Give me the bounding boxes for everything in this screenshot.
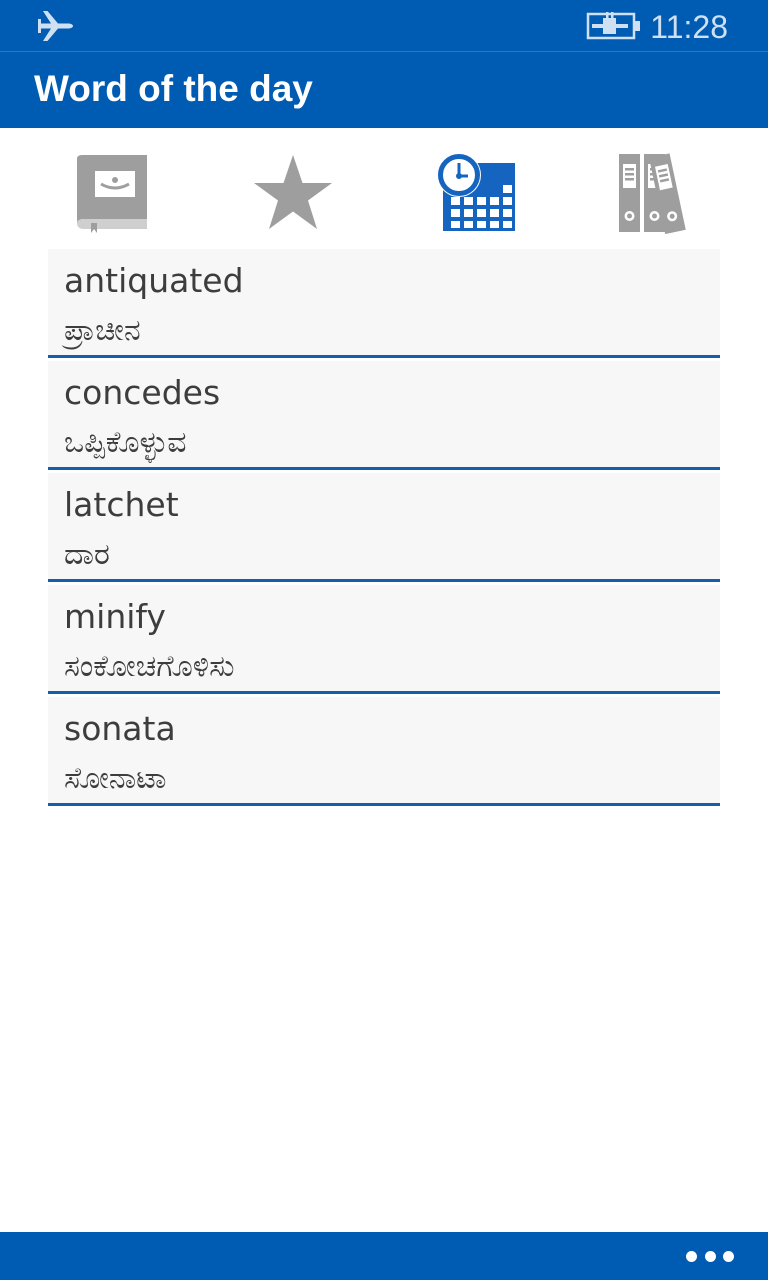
- ellipsis-icon: [723, 1250, 734, 1262]
- english-word: antiquated: [64, 261, 244, 300]
- more-options-button[interactable]: [686, 1244, 734, 1268]
- english-word: concedes: [64, 373, 221, 412]
- kannada-translation: ಒಪ್ಪಿಕೊಳ್ಳುವ: [64, 425, 187, 460]
- dictionary-book-icon: [69, 153, 153, 233]
- ellipsis-icon: [704, 1250, 716, 1262]
- kannada-translation: ಸಂಕೋಚಗೊಳಿಸು: [64, 649, 235, 684]
- tab-bar: [0, 140, 768, 244]
- tab-collections[interactable]: [612, 148, 702, 238]
- battery-charging-icon: [586, 10, 644, 42]
- list-item[interactable]: sonata ಸೋನಾಟಾ: [48, 697, 720, 806]
- ellipsis-icon: [686, 1250, 697, 1262]
- tab-favorites[interactable]: [248, 148, 338, 238]
- binders-icon: [615, 152, 699, 234]
- status-time: 11:28: [650, 9, 728, 45]
- english-word: minify: [64, 597, 166, 636]
- kannada-translation: ಸೋನಾಟಾ: [64, 761, 167, 796]
- english-word: latchet: [64, 485, 179, 524]
- status-bar: 11:28: [0, 0, 768, 52]
- page-title: Word of the day: [34, 68, 313, 109]
- list-item[interactable]: latchet ದಾರ: [48, 473, 720, 582]
- star-icon: [251, 153, 335, 233]
- english-word: sonata: [64, 709, 176, 748]
- airplane-icon: [36, 8, 76, 44]
- tab-dictionary[interactable]: [66, 148, 156, 238]
- list-item[interactable]: concedes ಒಪ್ಪಿಕೊಳ್ಳುವ: [48, 361, 720, 470]
- kannada-translation: ಪ್ರಾಚೀನ: [64, 313, 141, 348]
- kannada-translation: ದಾರ: [64, 537, 110, 572]
- app-header: Word of the day: [0, 52, 768, 128]
- word-list: antiquated ಪ್ರಾಚೀನ concedes ಒಪ್ಪಿಕೊಳ್ಳುವ…: [48, 249, 720, 809]
- list-item[interactable]: antiquated ಪ್ರಾಚೀನ: [48, 249, 720, 358]
- app-bar: [0, 1232, 768, 1280]
- tab-word-of-the-day[interactable]: [430, 148, 520, 238]
- list-item[interactable]: minify ಸಂಕೋಚಗೊಳಿಸು: [48, 585, 720, 694]
- calendar-clock-icon: [433, 151, 517, 235]
